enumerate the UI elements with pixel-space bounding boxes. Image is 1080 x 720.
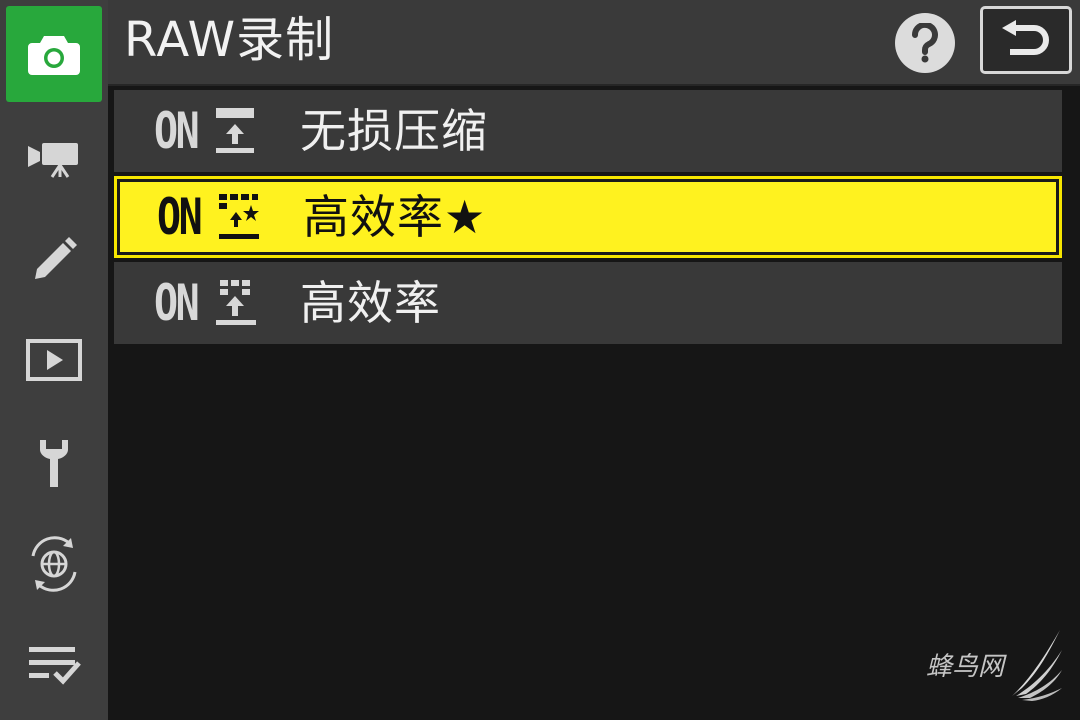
option-icon: ON [154, 106, 258, 156]
header-bar: RAW录制 [108, 0, 1080, 86]
raw-recording-options: ON 无损压缩 ON 高效率★ ON 高效率 [114, 90, 1062, 348]
help-button[interactable] [895, 13, 955, 73]
high-efficiency-icon [216, 280, 256, 325]
tab-custom-settings[interactable] [6, 210, 102, 306]
tab-my-menu[interactable] [6, 616, 102, 712]
tab-setup[interactable] [6, 414, 102, 510]
camera-icon [28, 36, 80, 75]
movie-camera-icon [28, 143, 78, 178]
tab-movie-recording[interactable] [6, 110, 102, 206]
option-label: 高效率 [300, 276, 441, 330]
return-icon [1002, 20, 1049, 55]
tab-photo-shooting[interactable] [6, 6, 102, 102]
option-label: 高效率★ [303, 190, 487, 244]
option-high-efficiency[interactable]: ON 高效率 [114, 262, 1062, 344]
sidebar [0, 0, 108, 720]
tab-network[interactable] [6, 516, 102, 612]
wrench-icon [40, 440, 68, 487]
on-indicator: ON [154, 102, 200, 160]
playback-icon [26, 339, 82, 381]
hummingbird-logo-icon [1012, 630, 1062, 701]
watermark-text: 蜂鸟网 [925, 651, 1004, 682]
option-high-efficiency-star[interactable]: ON 高效率★ [114, 176, 1062, 258]
option-lossless-compression[interactable]: ON 无损压缩 [114, 90, 1062, 172]
network-globe-icon [31, 536, 77, 592]
tab-playback[interactable] [6, 312, 102, 408]
my-menu-icon [29, 647, 81, 685]
on-indicator: ON [154, 274, 200, 332]
lossless-compression-icon [216, 108, 254, 153]
option-icon: ON [154, 278, 258, 328]
high-efficiency-star-icon [219, 194, 259, 239]
on-indicator: ON [157, 188, 203, 246]
back-button[interactable] [980, 6, 1072, 74]
page-title: RAW录制 [124, 12, 335, 68]
option-label: 无损压缩 [300, 104, 488, 158]
option-icon: ON [157, 192, 261, 242]
watermark: 蜂鸟网 [926, 626, 1064, 702]
pencil-icon [35, 237, 77, 279]
help-icon [911, 23, 938, 63]
